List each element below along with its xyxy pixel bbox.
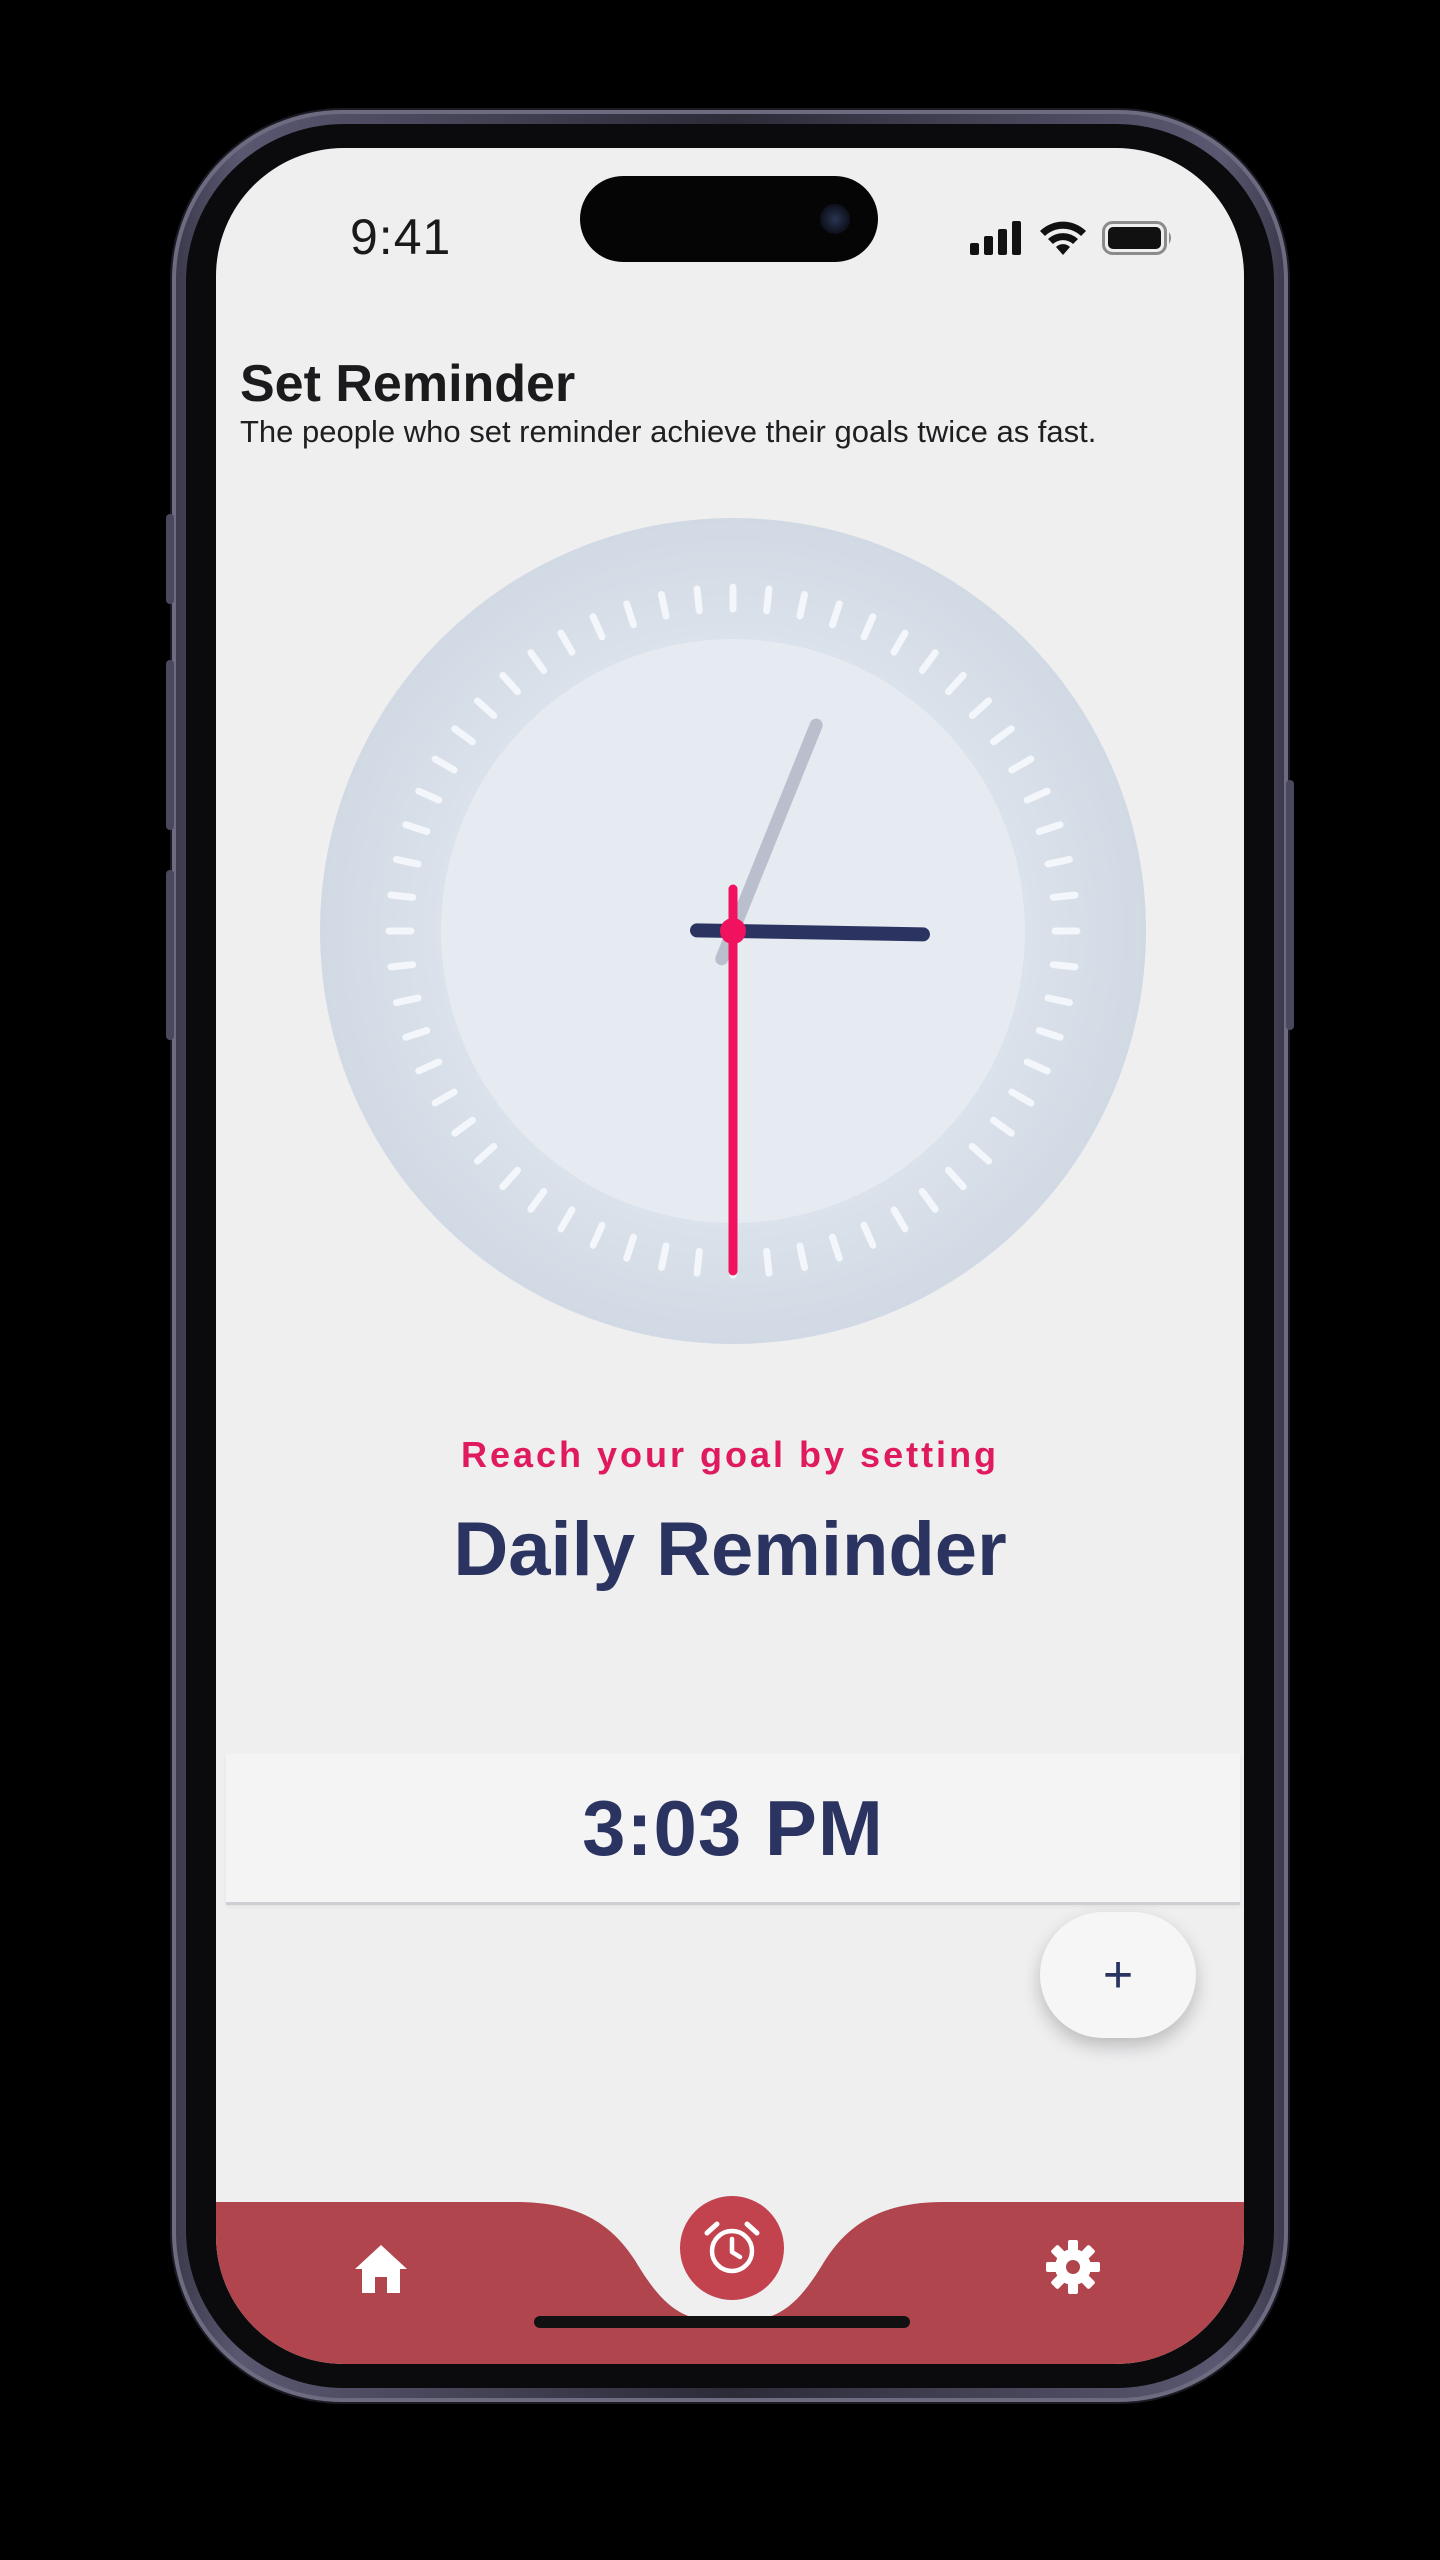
- clock-tick: [693, 585, 703, 615]
- home-icon: [355, 2245, 407, 2293]
- device-mockup: 9:41 Set Reminder The people who set rem…: [0, 0, 1440, 2560]
- status-time: 9:41: [350, 209, 452, 265]
- gear-icon: [1046, 2240, 1100, 2294]
- volume-up-button: [166, 660, 174, 830]
- page-title: Set Reminder: [240, 355, 576, 413]
- clock-tick: [393, 855, 422, 868]
- clock-tick: [657, 1242, 670, 1271]
- clock-tick: [796, 1242, 809, 1271]
- clock-tick: [1049, 961, 1079, 971]
- clock-tick: [1044, 994, 1073, 1007]
- clock-tick: [763, 585, 773, 615]
- app-screen: 9:41 Set Reminder The people who set rem…: [216, 148, 1244, 2364]
- clock-center-dot: [720, 918, 746, 944]
- alarm-clock-icon: [704, 2221, 760, 2274]
- camera-icon: [820, 204, 850, 234]
- wifi-icon: [1040, 221, 1086, 255]
- home-indicator[interactable]: [534, 2316, 910, 2328]
- silent-switch: [166, 514, 174, 604]
- tagline: Reach your goal by setting: [460, 1434, 1000, 1475]
- selected-time: 3:03 PM: [582, 1783, 884, 1872]
- status-icons: [970, 218, 1174, 258]
- cellular-signal-icon: [970, 221, 1021, 255]
- page-subtitle: The people who set reminder achieve thei…: [240, 414, 1097, 449]
- clock-tick: [763, 1247, 773, 1277]
- clock-tick: [796, 591, 809, 620]
- bottom-nav: [216, 2196, 1244, 2364]
- volume-down-button: [166, 870, 174, 1040]
- clock-tick: [693, 1247, 703, 1277]
- dynamic-island: [580, 176, 878, 262]
- nav-settings[interactable]: [1038, 2232, 1108, 2302]
- clock-tick: [393, 994, 422, 1007]
- analog-clock[interactable]: [320, 518, 1146, 1344]
- headline: Daily Reminder: [453, 1507, 1007, 1592]
- power-button: [1286, 780, 1294, 1030]
- nav-alarm[interactable]: [680, 2196, 784, 2300]
- clock-tick: [1049, 891, 1079, 901]
- clock-tick: [387, 961, 417, 971]
- clock-tick: [387, 891, 417, 901]
- selected-time-card[interactable]: 3:03 PM: [226, 1754, 1240, 1905]
- battery-icon: [1102, 221, 1171, 255]
- nav-home[interactable]: [346, 2234, 416, 2304]
- clock-tick: [657, 591, 670, 620]
- plus-icon: +: [1102, 1946, 1134, 2004]
- add-reminder-button[interactable]: +: [1040, 1912, 1196, 2038]
- clock-tick: [1044, 855, 1073, 868]
